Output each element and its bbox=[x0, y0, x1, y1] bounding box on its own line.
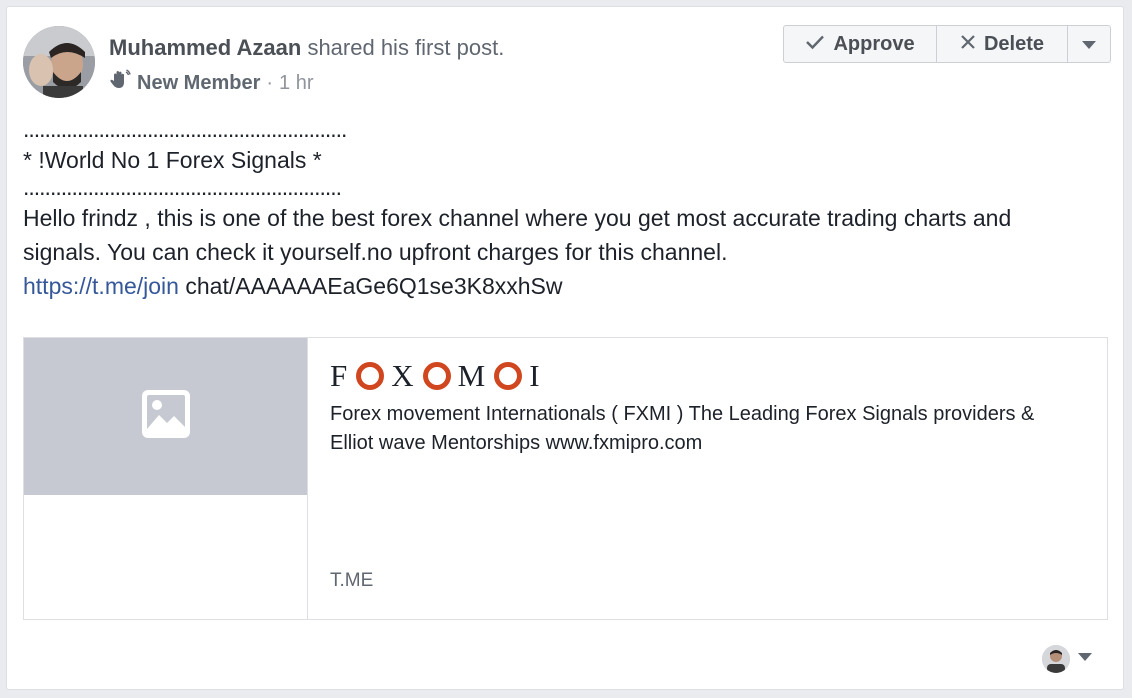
post-link[interactable]: https://t.me/join bbox=[23, 273, 179, 299]
checkmark-icon bbox=[805, 33, 825, 56]
post-link-line: https://t.me/join chat/AAAAAAEaGe6Q1se3K… bbox=[23, 269, 1083, 303]
approve-button[interactable]: Approve bbox=[784, 26, 937, 62]
post-content: ........................................… bbox=[23, 119, 1083, 303]
post-title-line: * !World No 1 Forex Signals * bbox=[23, 147, 322, 173]
moderation-actions: Approve Delete bbox=[783, 25, 1111, 63]
post-timestamp[interactable]: 1 hr bbox=[279, 72, 313, 95]
brand-ring-icon bbox=[494, 362, 523, 390]
image-placeholder-icon bbox=[141, 389, 191, 444]
post-paragraph: Hello frindz , this is one of the best f… bbox=[23, 205, 1012, 265]
brand-ring-icon bbox=[356, 362, 385, 390]
delete-label: Delete bbox=[983, 32, 1045, 55]
preview-domain: T.ME bbox=[330, 570, 374, 591]
author-avatar[interactable] bbox=[23, 26, 95, 98]
brand-letter: F bbox=[330, 358, 350, 393]
close-icon bbox=[960, 33, 976, 56]
audience-caret-icon[interactable] bbox=[1078, 653, 1092, 661]
dotted-divider-top: ........................................… bbox=[23, 119, 347, 142]
delete-button[interactable]: Delete bbox=[937, 26, 1068, 62]
preview-brand-logo: F X M I bbox=[330, 358, 542, 394]
meta-separator: · bbox=[266, 71, 274, 94]
brand-ring-icon bbox=[422, 362, 451, 390]
post-meta: New Member · 1 hr bbox=[109, 69, 314, 97]
post-link-rest: chat/AAAAAAEaGe6Q1se3K8xxhSw bbox=[178, 273, 563, 299]
more-options-button[interactable] bbox=[1068, 26, 1110, 62]
brand-letter: I bbox=[529, 358, 542, 393]
viewer-avatar[interactable] bbox=[1042, 645, 1070, 673]
preview-divider bbox=[307, 338, 308, 619]
dotted-divider-bottom: ........................................… bbox=[23, 177, 342, 200]
post-action-text: shared his first post. bbox=[301, 35, 505, 60]
preview-thumbnail bbox=[24, 338, 307, 495]
preview-description: Forex movement Internationals ( FXMI ) T… bbox=[330, 403, 1035, 454]
brand-letter: M bbox=[457, 358, 488, 393]
waving-hand-icon bbox=[109, 69, 131, 97]
brand-letter: X bbox=[391, 358, 416, 393]
link-preview-card[interactable]: F X M I Forex movement Internationals ( … bbox=[23, 337, 1108, 620]
post-header: Muhammed Azaan shared his first post. bbox=[109, 35, 504, 61]
post-card: Muhammed Azaan shared his first post. Ne… bbox=[6, 6, 1124, 690]
author-name[interactable]: Muhammed Azaan bbox=[109, 35, 301, 60]
caret-down-icon bbox=[1082, 33, 1096, 56]
approve-label: Approve bbox=[833, 32, 915, 55]
new-member-badge: New Member bbox=[137, 71, 261, 94]
